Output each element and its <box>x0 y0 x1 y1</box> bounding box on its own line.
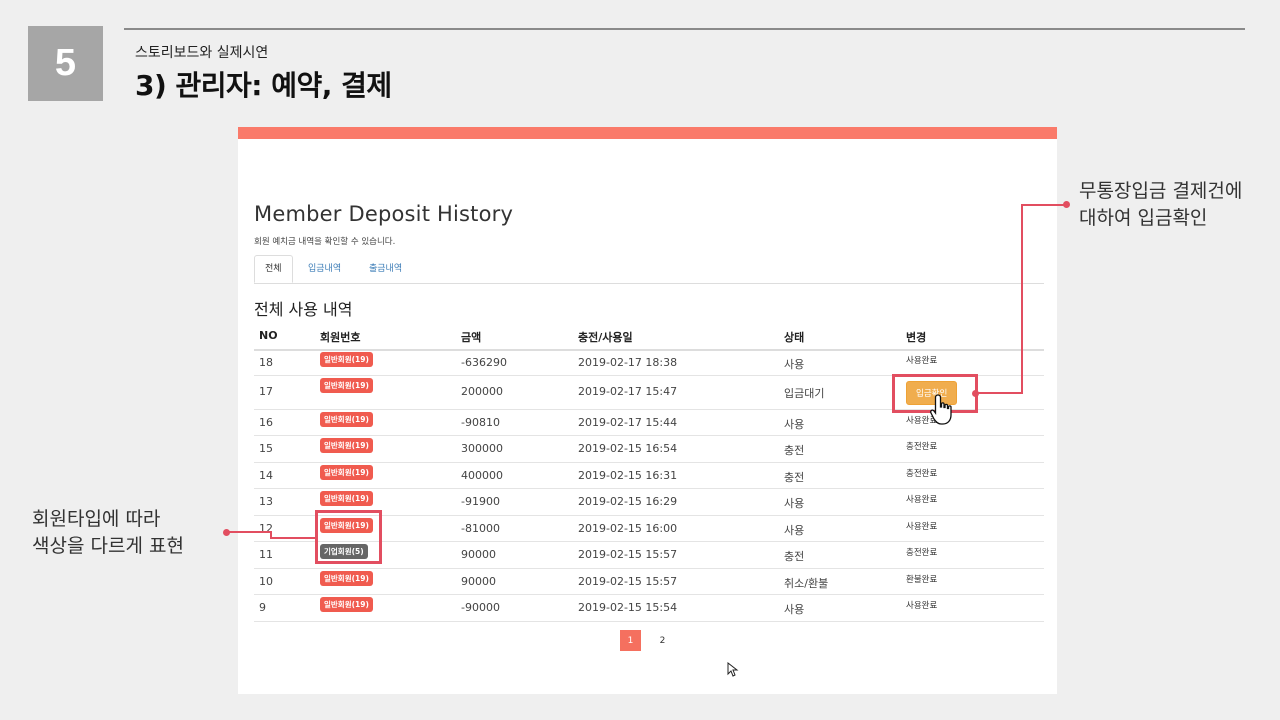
member-badge: 일반회원(19) <box>320 491 373 506</box>
status-cell: 사용 <box>784 418 805 431</box>
member-badge: 일반회원(19) <box>320 571 373 586</box>
date-cell: 2019-02-15 16:29 <box>578 495 678 508</box>
column-header-member: 회원번호 <box>320 331 361 344</box>
amount-cell: -636290 <box>461 356 507 369</box>
slide-subtitle: 스토리보드와 실제시연 <box>135 45 269 61</box>
page-description: 회원 예치금 내역을 확인할 수 있습니다. <box>254 237 396 247</box>
row-number: 16 <box>259 416 273 429</box>
date-cell: 2019-02-15 15:57 <box>578 548 678 561</box>
date-cell: 2019-02-17 15:44 <box>578 416 678 429</box>
date-cell: 2019-02-15 15:54 <box>578 601 678 614</box>
callout-line <box>1021 204 1067 206</box>
column-header-amount: 금액 <box>461 331 482 344</box>
change-status-label: 사용완료 <box>906 495 938 505</box>
row-number: 18 <box>259 356 273 369</box>
change-status-label: 충전완료 <box>906 442 938 452</box>
slide-title: 3) 관리자: 예약, 결제 <box>135 69 392 102</box>
column-header-no: NO <box>259 329 278 342</box>
row-number: 14 <box>259 469 273 482</box>
slide-number: 5 <box>28 26 103 101</box>
member-badge: 일반회원(19) <box>320 438 373 453</box>
callout-text-line: 회원타입에 따라 <box>32 508 161 530</box>
row-number: 15 <box>259 442 273 455</box>
change-status-label: 환불완료 <box>906 575 938 585</box>
amount-cell: -91900 <box>461 495 500 508</box>
amount-cell: 400000 <box>461 469 503 482</box>
callout-text-line: 대하여 입금확인 <box>1079 207 1208 229</box>
table-row: 10 일반회원(19) 90000 2019-02-15 15:57 취소/환불 환불완료 <box>254 568 1044 595</box>
callout-text-line: 무통장입금 결제건에 <box>1079 180 1243 202</box>
date-cell: 2019-02-15 16:31 <box>578 469 678 482</box>
column-header-change: 변경 <box>906 331 927 344</box>
date-cell: 2019-02-15 16:54 <box>578 442 678 455</box>
member-badge: 일반회원(19) <box>320 378 373 393</box>
table-row: 16 일반회원(19) -90810 2019-02-17 15:44 사용 사용완료 <box>254 409 1044 436</box>
table-header: NO 회원번호 금액 충전/사용일 상태 변경 <box>254 325 1044 351</box>
callout-line <box>978 392 1022 394</box>
table-row: 14 일반회원(19) 400000 2019-02-15 16:31 충전 충전완료 <box>254 462 1044 489</box>
amount-cell: -81000 <box>461 522 500 535</box>
tab-deposit[interactable]: 입금내역 <box>298 255 351 283</box>
callout-deposit-confirm: 무통장입금 결제건에 대하여 입금확인 <box>1079 178 1242 232</box>
row-number: 17 <box>259 385 273 398</box>
callout-dot-right-end <box>1063 201 1070 208</box>
page-heading: Member Deposit History <box>254 202 514 226</box>
callout-line <box>1021 204 1023 394</box>
mouse-cursor-icon <box>727 662 739 677</box>
callout-line <box>229 531 271 533</box>
change-status-label: 충전완료 <box>906 548 938 558</box>
callout-line <box>270 537 316 539</box>
status-cell: 충전 <box>784 550 805 563</box>
table-row: 18 일반회원(19) -636290 2019-02-17 18:38 사용 사용완료 <box>254 349 1044 376</box>
row-number: 9 <box>259 601 266 614</box>
member-badge: 일반회원(19) <box>320 597 373 612</box>
amount-cell: 90000 <box>461 575 496 588</box>
date-cell: 2019-02-17 15:47 <box>578 385 678 398</box>
amount-cell: -90810 <box>461 416 500 429</box>
callout-text-line: 색상을 다르게 표현 <box>32 535 184 557</box>
date-cell: 2019-02-15 15:57 <box>578 575 678 588</box>
status-cell: 사용 <box>784 358 805 371</box>
table-row: 9 일반회원(19) -90000 2019-02-15 15:54 사용 사용완료 <box>254 594 1044 622</box>
amount-cell: 200000 <box>461 385 503 398</box>
change-status-label: 사용완료 <box>906 356 938 366</box>
page-2-button[interactable]: 2 <box>652 630 673 651</box>
amount-cell: -90000 <box>461 601 500 614</box>
column-header-date: 충전/사용일 <box>578 331 633 344</box>
date-cell: 2019-02-17 18:38 <box>578 356 678 369</box>
change-status-label: 충전완료 <box>906 469 938 479</box>
callout-member-type-color: 회원타입에 따라 색상을 다르게 표현 <box>32 506 184 560</box>
table-row: 15 일반회원(19) 300000 2019-02-15 16:54 충전 충전완료 <box>254 435 1044 463</box>
status-cell: 사용 <box>784 603 805 616</box>
row-number: 13 <box>259 495 273 508</box>
tab-all[interactable]: 전체 <box>254 255 293 283</box>
change-status-label: 사용완료 <box>906 522 938 532</box>
tab-bar: 전체 입금내역 출금내역 <box>254 255 1044 284</box>
status-cell: 충전 <box>784 444 805 457</box>
amount-cell: 90000 <box>461 548 496 561</box>
member-badge: 일반회원(19) <box>320 412 373 427</box>
top-nav-bar <box>238 127 1057 139</box>
tab-withdraw[interactable]: 출금내역 <box>359 255 412 283</box>
status-cell: 사용 <box>784 497 805 510</box>
status-cell: 취소/환불 <box>784 577 829 590</box>
row-number: 11 <box>259 548 273 561</box>
hand-pointer-icon <box>930 394 952 425</box>
column-header-status: 상태 <box>784 331 805 344</box>
header-divider <box>124 28 1245 30</box>
status-cell: 입금대기 <box>784 387 825 400</box>
section-title: 전체 사용 내역 <box>254 300 353 319</box>
change-status-label: 사용완료 <box>906 601 938 611</box>
member-badge: 일반회원(19) <box>320 465 373 480</box>
status-cell: 충전 <box>784 471 805 484</box>
amount-cell: 300000 <box>461 442 503 455</box>
page-1-button[interactable]: 1 <box>620 630 641 651</box>
date-cell: 2019-02-15 16:00 <box>578 522 678 535</box>
member-badge: 일반회원(19) <box>320 352 373 367</box>
member-type-highlight-box <box>315 510 382 564</box>
row-number: 10 <box>259 575 273 588</box>
status-cell: 사용 <box>784 524 805 537</box>
